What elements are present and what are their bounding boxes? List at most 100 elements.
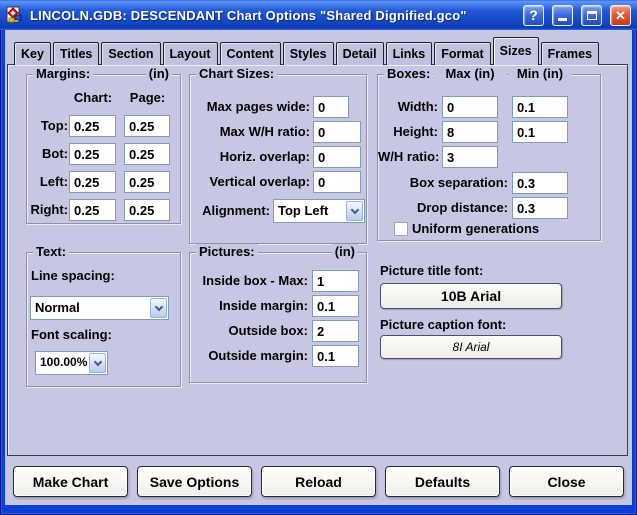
close-button[interactable]: Close xyxy=(509,466,624,497)
box-width-row: Width: xyxy=(378,96,600,118)
tab-links[interactable]: Links xyxy=(386,42,433,65)
footer-button-bar: Make Chart Save Options Reload Defaults … xyxy=(13,466,624,497)
tab-format[interactable]: Format xyxy=(434,42,490,65)
pictures-unit-label: (in) xyxy=(332,244,358,259)
margins-group: Margins: (in) Chart: Page: Top: Bot: Lef… xyxy=(26,74,181,224)
tab-styles[interactable]: Styles xyxy=(283,42,334,65)
box-separation-input[interactable] xyxy=(512,172,568,194)
margins-bot-label: Bot: xyxy=(27,143,68,165)
tab-section[interactable]: Section xyxy=(101,42,160,65)
box-height-max-input[interactable] xyxy=(442,121,498,143)
pictures-group-title: Pictures: xyxy=(196,244,258,259)
minimize-button[interactable] xyxy=(552,5,573,26)
uniform-generations-checkbox[interactable] xyxy=(394,222,408,236)
tab-key[interactable]: Key xyxy=(14,42,51,65)
margins-right-chart-input[interactable] xyxy=(69,199,116,221)
boxes-min-column-header: Min (in) xyxy=(508,66,572,81)
tab-detail[interactable]: Detail xyxy=(336,42,384,65)
max-pages-wide-row: Max pages wide: xyxy=(190,96,366,118)
close-icon: ✕ xyxy=(615,9,626,22)
reload-button[interactable]: Reload xyxy=(261,466,376,497)
inside-margin-label: Inside margin: xyxy=(190,295,308,317)
outside-box-input[interactable] xyxy=(312,320,359,342)
tab-sizes[interactable]: Sizes xyxy=(493,37,539,65)
margins-row-bottom: Bot: xyxy=(27,143,180,165)
chevron-down-icon xyxy=(154,302,162,310)
tab-titles[interactable]: Titles xyxy=(53,42,99,65)
margins-row-top: Top: xyxy=(27,115,180,137)
text-group-title: Text: xyxy=(33,244,69,259)
box-width-label: Width: xyxy=(378,96,438,118)
margins-top-label: Top: xyxy=(27,115,68,137)
margins-row-right: Right: xyxy=(27,199,180,221)
tab-bar: Key Titles Section Layout Content Styles… xyxy=(14,37,601,65)
margins-page-column-header: Page: xyxy=(124,90,171,105)
client-area: Key Titles Section Layout Content Styles… xyxy=(5,30,632,505)
app-icon xyxy=(6,6,24,24)
box-width-min-input[interactable] xyxy=(512,96,568,118)
margins-bot-page-input[interactable] xyxy=(124,143,170,165)
make-chart-button[interactable]: Make Chart xyxy=(13,466,128,497)
inside-box-max-input[interactable] xyxy=(312,270,359,292)
window-title: LINCOLN.GDB: DESCENDANT Chart Options "S… xyxy=(30,8,515,23)
minimize-icon xyxy=(558,18,567,21)
margins-group-title: Margins: xyxy=(33,66,93,81)
vertical-overlap-label: Vertical overlap: xyxy=(190,171,310,193)
box-height-min-input[interactable] xyxy=(512,121,568,143)
font-scaling-select[interactable]: 100.00% xyxy=(35,351,108,375)
chart-sizes-group: Chart Sizes: Max pages wide: Max W/H rat… xyxy=(189,74,367,244)
tab-frames[interactable]: Frames xyxy=(541,42,599,65)
line-spacing-label: Line spacing: xyxy=(31,265,115,287)
chart-sizes-group-title: Chart Sizes: xyxy=(196,66,277,81)
vertical-overlap-input[interactable] xyxy=(313,171,361,193)
picture-caption-font-button[interactable]: 8I Arial xyxy=(380,335,562,359)
inside-margin-input[interactable] xyxy=(312,295,359,317)
font-scaling-label: Font scaling: xyxy=(31,324,112,346)
margins-top-chart-input[interactable] xyxy=(69,115,116,137)
max-pages-wide-input[interactable] xyxy=(313,96,349,118)
drop-distance-input[interactable] xyxy=(512,197,568,219)
margins-left-chart-input[interactable] xyxy=(69,171,116,193)
font-scaling-dropdown-button[interactable] xyxy=(89,353,106,373)
horiz-overlap-label: Horiz. overlap: xyxy=(190,146,310,168)
margins-top-page-input[interactable] xyxy=(124,115,170,137)
horiz-overlap-input[interactable] xyxy=(313,146,361,168)
alignment-row: Alignment: Top Left xyxy=(190,199,366,223)
defaults-button[interactable]: Defaults xyxy=(385,466,500,497)
maximize-icon xyxy=(587,11,597,20)
chart-options-window: LINCOLN.GDB: DESCENDANT Chart Options "S… xyxy=(0,0,637,515)
outside-margin-input[interactable] xyxy=(312,345,359,367)
maximize-button[interactable] xyxy=(581,5,602,26)
max-wh-ratio-input[interactable] xyxy=(313,121,361,143)
margins-left-page-input[interactable] xyxy=(124,171,170,193)
box-height-label: Height: xyxy=(378,121,438,143)
chevron-down-icon xyxy=(350,205,358,213)
boxes-group: Boxes: Max (in) Min (in) Width: Height: … xyxy=(377,74,601,241)
alignment-dropdown-button[interactable] xyxy=(346,201,363,221)
picture-title-font-button[interactable]: 10B Arial xyxy=(380,283,562,309)
save-options-button[interactable]: Save Options xyxy=(137,466,252,497)
help-button[interactable]: ? xyxy=(523,5,544,26)
box-width-max-input[interactable] xyxy=(442,96,498,118)
horiz-overlap-row: Horiz. overlap: xyxy=(190,146,366,168)
margins-bot-chart-input[interactable] xyxy=(69,143,116,165)
close-window-button[interactable]: ✕ xyxy=(610,5,631,26)
tab-content[interactable]: Content xyxy=(220,42,281,65)
boxes-group-title: Boxes: xyxy=(384,66,433,81)
tab-layout[interactable]: Layout xyxy=(163,42,218,65)
inside-box-max-label: Inside box - Max: xyxy=(190,270,308,292)
uniform-generations-label: Uniform generations xyxy=(412,221,539,236)
outside-box-label: Outside box: xyxy=(190,320,308,342)
box-separation-label: Box separation: xyxy=(378,172,508,194)
line-spacing-dropdown-button[interactable] xyxy=(150,298,167,318)
alignment-select[interactable]: Top Left xyxy=(273,199,365,223)
titlebar: LINCOLN.GDB: DESCENDANT Chart Options "S… xyxy=(0,0,637,30)
uniform-generations-row: Uniform generations xyxy=(394,221,539,236)
help-icon: ? xyxy=(529,8,538,22)
max-wh-ratio-label: Max W/H ratio: xyxy=(190,121,310,143)
margins-right-page-input[interactable] xyxy=(124,199,170,221)
drop-distance-row: Drop distance: xyxy=(378,197,600,219)
box-wh-ratio-max-input[interactable] xyxy=(442,146,498,168)
line-spacing-select[interactable]: Normal xyxy=(30,296,169,320)
box-height-row: Height: xyxy=(378,121,600,143)
